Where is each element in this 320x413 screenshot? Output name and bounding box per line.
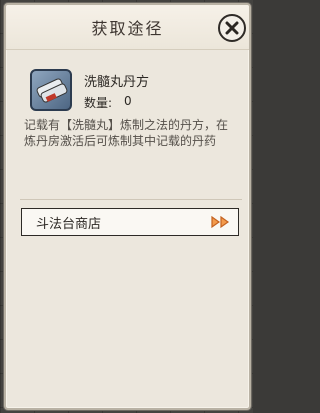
quantity-row: 数量: 0 [84, 94, 132, 111]
item-name: 洗髓丸丹方 [84, 75, 150, 90]
dialog-header: 获取途径 [6, 5, 249, 50]
source-label: 斗法台商店 [36, 216, 102, 232]
quantity-value: 0 [124, 94, 132, 108]
divider [20, 199, 242, 200]
source-row-arena-shop[interactable]: 斗法台商店 [21, 208, 239, 236]
acquisition-dialog: 获取途径 洗髓丸丹方 数量: 0 记载有【洗髓丸】炼制之法的丹方，在炼丹房激活后… [4, 3, 251, 410]
scroll-recipe-icon [30, 69, 72, 111]
quantity-label: 数量: [84, 96, 113, 110]
item-description: 记载有【洗髓丸】炼制之法的丹方，在炼丹房激活后可炼制其中记载的丹药 [24, 118, 229, 148]
dialog-title: 获取途径 [91, 19, 164, 38]
close-x-icon [225, 21, 239, 35]
double-arrow-right-icon [211, 215, 230, 229]
close-button[interactable] [218, 14, 246, 42]
